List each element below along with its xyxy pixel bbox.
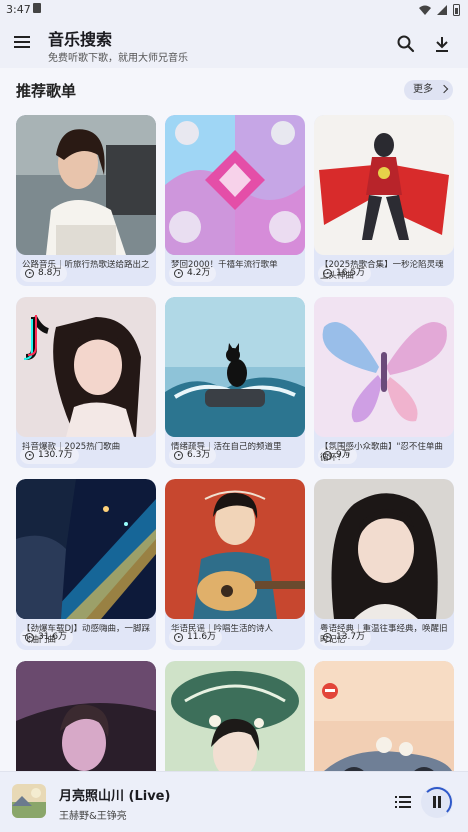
- now-playing-title: 月亮照山川 (Live): [59, 789, 171, 804]
- chevron-right-icon: [439, 84, 449, 94]
- playlist-card[interactable]: [165, 661, 305, 771]
- playlist-cover: [165, 661, 305, 771]
- playlist-grid: 8.8万 公路音乐｜听旅行热歌送给路出之 4.2万 梦回2000！千禧年流行歌单: [16, 115, 454, 771]
- playlist-cover: [165, 297, 305, 437]
- now-playing-artist: 王赫野&王铮亮: [59, 811, 127, 822]
- now-playing-cover[interactable]: [12, 784, 46, 818]
- search-icon[interactable]: [396, 34, 416, 54]
- playlist-cover: [16, 115, 156, 255]
- playlist-cover: [314, 115, 454, 255]
- playlist-card[interactable]: 4.2万 梦回2000！千禧年流行歌单: [165, 115, 305, 286]
- playlist-card[interactable]: [314, 661, 454, 771]
- status-time: 3:47: [6, 3, 31, 16]
- playlist-cover: [16, 297, 156, 437]
- menu-icon[interactable]: [12, 33, 32, 53]
- section-header: 推荐歌单 更多: [0, 76, 468, 104]
- wifi-icon: [419, 5, 431, 15]
- sd-card-icon: [33, 3, 41, 13]
- playlist-card[interactable]: 6.3万 情绪疏导｜活在自己的频道里: [165, 297, 305, 468]
- signal-icon: [437, 5, 447, 15]
- playlist-title: 【2025热歌合集】一秒沦陷灵魂上头神曲: [320, 260, 444, 281]
- battery-icon: [453, 4, 460, 16]
- playlist-cover: [16, 661, 156, 771]
- playlist-title: 抖音爆款｜2025热门歌曲: [22, 442, 121, 452]
- pause-button[interactable]: [421, 786, 453, 818]
- playlist-cover: [314, 661, 454, 771]
- app-subtitle: 免费听歌下歌，就用大师兄音乐: [48, 53, 188, 64]
- status-bar: 3:47: [0, 0, 468, 20]
- playlist-cover: [165, 115, 305, 255]
- status-icons: [419, 4, 460, 16]
- more-button[interactable]: 更多: [404, 80, 453, 100]
- playlist-icon[interactable]: [395, 794, 411, 810]
- more-label: 更多: [413, 84, 433, 95]
- playlist-title: 情绪疏导｜活在自己的频道里: [171, 442, 282, 452]
- playlist-card[interactable]: 8.8万 公路音乐｜听旅行热歌送给路出之: [16, 115, 156, 286]
- playlist-cover: [314, 297, 454, 437]
- pause-icon: [432, 796, 442, 808]
- app-title: 音乐搜索: [48, 30, 113, 49]
- app-bar: 音乐搜索 免费听歌下歌，就用大师兄音乐: [0, 20, 468, 68]
- playlist-card[interactable]: 13.7万 粤语经典｜重温往事经典，唤醒旧时记忆: [314, 479, 454, 650]
- playlist-title: 梦回2000！千禧年流行歌单: [171, 260, 278, 270]
- playlist-card[interactable]: [16, 661, 156, 771]
- playlist-cover: [16, 479, 156, 619]
- playlist-title: 粤语经典｜重温往事经典，唤醒旧时记忆: [320, 624, 448, 645]
- playlist-title: 【劲爆车载DJ】动感嗨曲，一脚踩飞油门曲: [22, 624, 151, 645]
- playlist-card[interactable]: 11.6万 华语民谣｜吟唱生活的诗人: [165, 479, 305, 650]
- playlist-card[interactable]: 31.6万 【劲爆车载DJ】动感嗨曲，一脚踩飞油门曲: [16, 479, 156, 650]
- playlist-card[interactable]: 130.7万 抖音爆款｜2025热门歌曲: [16, 297, 156, 468]
- mini-player[interactable]: 月亮照山川 (Live) 王赫野&王铮亮: [0, 771, 468, 832]
- playlist-card[interactable]: 16.5万 【2025热歌合集】一秒沦陷灵魂上头神曲: [314, 115, 454, 286]
- playlist-title: 华语民谣｜吟唱生活的诗人: [171, 624, 274, 634]
- section-title: 推荐歌单: [16, 82, 77, 100]
- playlist-cover: [165, 479, 305, 619]
- playlist-title: 【氛围感小众歌曲】"忍不住单曲循环！": [320, 442, 443, 463]
- playlist-cover: [314, 479, 454, 619]
- playlist-card[interactable]: 9万 【氛围感小众歌曲】"忍不住单曲循环！": [314, 297, 454, 468]
- playlist-title: 公路音乐｜听旅行热歌送给路出之: [22, 260, 150, 270]
- download-icon[interactable]: [432, 34, 452, 54]
